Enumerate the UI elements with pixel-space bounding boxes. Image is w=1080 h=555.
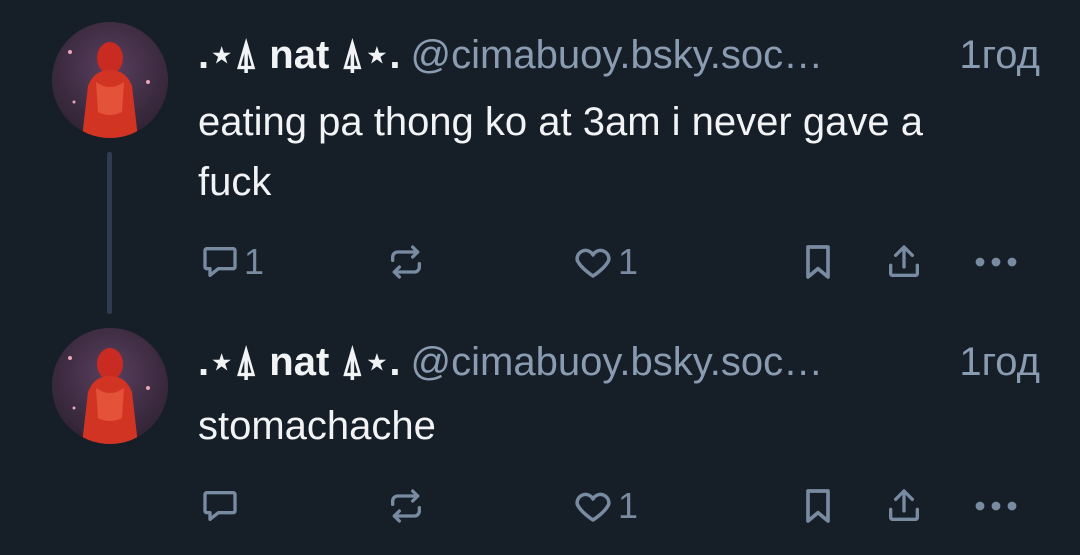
reply-button[interactable] bbox=[200, 482, 244, 530]
post-header: .⋆⍋ nat ⍋⋆. @cimabuoy.bsky.soc… 1год bbox=[198, 337, 1040, 387]
like-count: 1 bbox=[618, 241, 639, 282]
author-handle[interactable]: @cimabuoy.bsky.soc… bbox=[411, 33, 824, 77]
reply-button[interactable]: 1 bbox=[200, 238, 264, 286]
avatar[interactable] bbox=[52, 22, 168, 138]
post-header: .⋆⍋ nat ⍋⋆. @cimabuoy.bsky.soc… 1год bbox=[198, 30, 1040, 80]
heart-outline-icon bbox=[575, 492, 611, 522]
post-timestamp[interactable]: 1год bbox=[953, 30, 1040, 80]
speech-bubble-icon bbox=[203, 491, 237, 521]
share-upload-icon bbox=[889, 245, 919, 277]
share-upload-icon bbox=[889, 489, 919, 521]
author-name[interactable]: .⋆⍋ nat ⍋⋆. bbox=[198, 33, 401, 77]
bookmark-button[interactable] bbox=[798, 482, 838, 530]
share-button[interactable] bbox=[884, 482, 924, 530]
post-text: stomachache bbox=[198, 404, 436, 448]
post-actions: 1 1 bbox=[198, 238, 1038, 286]
post-timestamp[interactable]: 1год bbox=[953, 337, 1040, 387]
repost-button[interactable] bbox=[386, 238, 430, 286]
reply-count: 1 bbox=[244, 241, 265, 282]
heart-outline-icon bbox=[575, 248, 611, 278]
avatar-image bbox=[52, 22, 168, 138]
avatar-image bbox=[52, 328, 168, 444]
avatar[interactable] bbox=[52, 328, 168, 444]
speech-bubble-icon bbox=[203, 247, 237, 277]
more-options-button[interactable] bbox=[972, 482, 1020, 530]
post-text: eating pa thong ko at 3am i never gave a… bbox=[198, 100, 923, 204]
bookmark-icon bbox=[806, 489, 830, 523]
repost-button[interactable] bbox=[386, 482, 430, 530]
like-button[interactable]: 1 bbox=[572, 238, 638, 286]
ellipsis-icon bbox=[975, 501, 1017, 511]
post-item[interactable]: .⋆⍋ nat ⍋⋆. @cimabuoy.bsky.soc… 1год stom… bbox=[0, 320, 1080, 555]
bookmark-icon bbox=[806, 245, 830, 279]
like-button[interactable]: 1 bbox=[572, 482, 638, 530]
author-name[interactable]: .⋆⍋ nat ⍋⋆. bbox=[198, 340, 401, 384]
post-item[interactable]: .⋆⍋ nat ⍋⋆. @cimabuoy.bsky.soc… 1год eati… bbox=[0, 0, 1080, 320]
bookmark-button[interactable] bbox=[798, 238, 838, 286]
post-actions: 1 bbox=[198, 482, 1038, 530]
like-count: 1 bbox=[618, 485, 639, 526]
ellipsis-icon bbox=[975, 257, 1017, 267]
repost-arrows-icon bbox=[391, 489, 421, 523]
more-options-button[interactable] bbox=[972, 238, 1020, 286]
author-handle[interactable]: @cimabuoy.bsky.soc… bbox=[411, 340, 824, 384]
share-button[interactable] bbox=[884, 238, 924, 286]
repost-arrows-icon bbox=[391, 245, 421, 279]
thread-connector-line bbox=[107, 152, 112, 314]
